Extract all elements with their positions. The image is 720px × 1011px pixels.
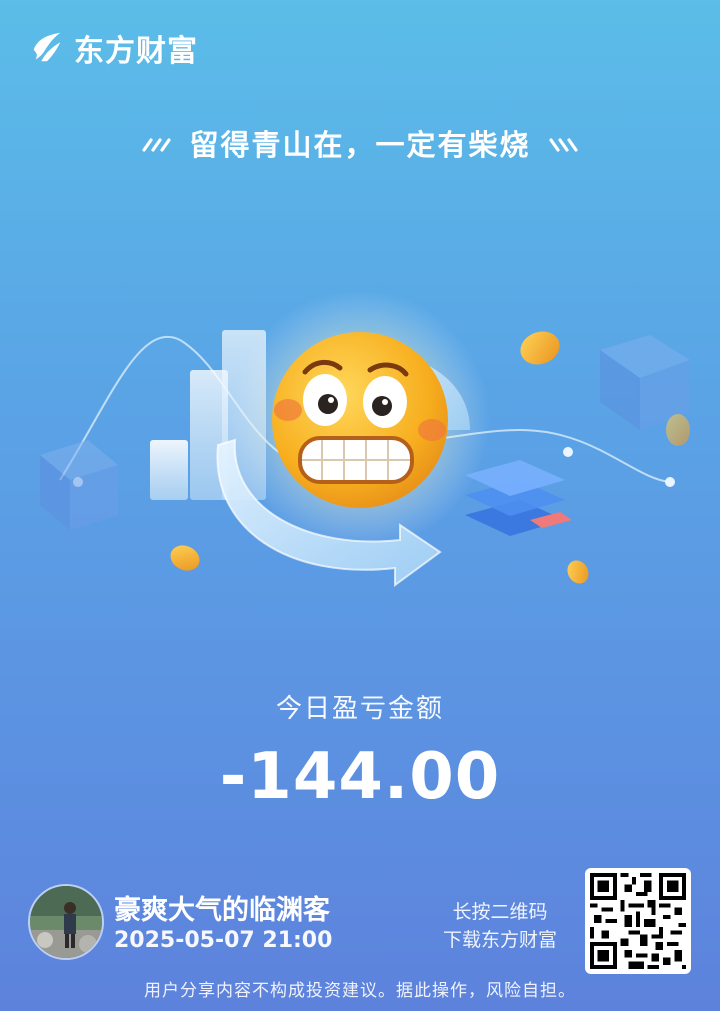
logo-text: 东方财富 — [74, 34, 198, 69]
share-datetime: 2025-05-07 21:00 — [114, 928, 333, 953]
eastmoney-flame-icon — [33, 32, 61, 62]
nervous-emoji-illustration — [0, 280, 720, 620]
slogan: 留得青山在，一定有柴烧 — [0, 122, 720, 164]
qr-hint: 长按二维码 下载东方财富 — [430, 898, 570, 954]
pnl-amount: -144.00 — [219, 740, 501, 814]
app-logo: 东方财富 — [28, 26, 198, 70]
pnl-label: 今日盈亏金额 — [275, 694, 444, 724]
left-slash-decoration-icon — [141, 133, 175, 153]
qr-hint-line2: 下载东方财富 — [442, 929, 557, 951]
slogan-text: 留得青山在，一定有柴烧 — [189, 128, 531, 162]
username: 豪爽大气的临渊客 — [114, 895, 330, 926]
risk-disclaimer: 用户分享内容不构成投资建议。据此操作，风险自担。 — [144, 981, 576, 1001]
avatar[interactable] — [28, 884, 104, 960]
download-qr-code[interactable] — [585, 868, 691, 974]
right-slash-decoration-icon — [545, 133, 579, 153]
qr-hint-line1: 长按二维码 — [452, 901, 548, 923]
